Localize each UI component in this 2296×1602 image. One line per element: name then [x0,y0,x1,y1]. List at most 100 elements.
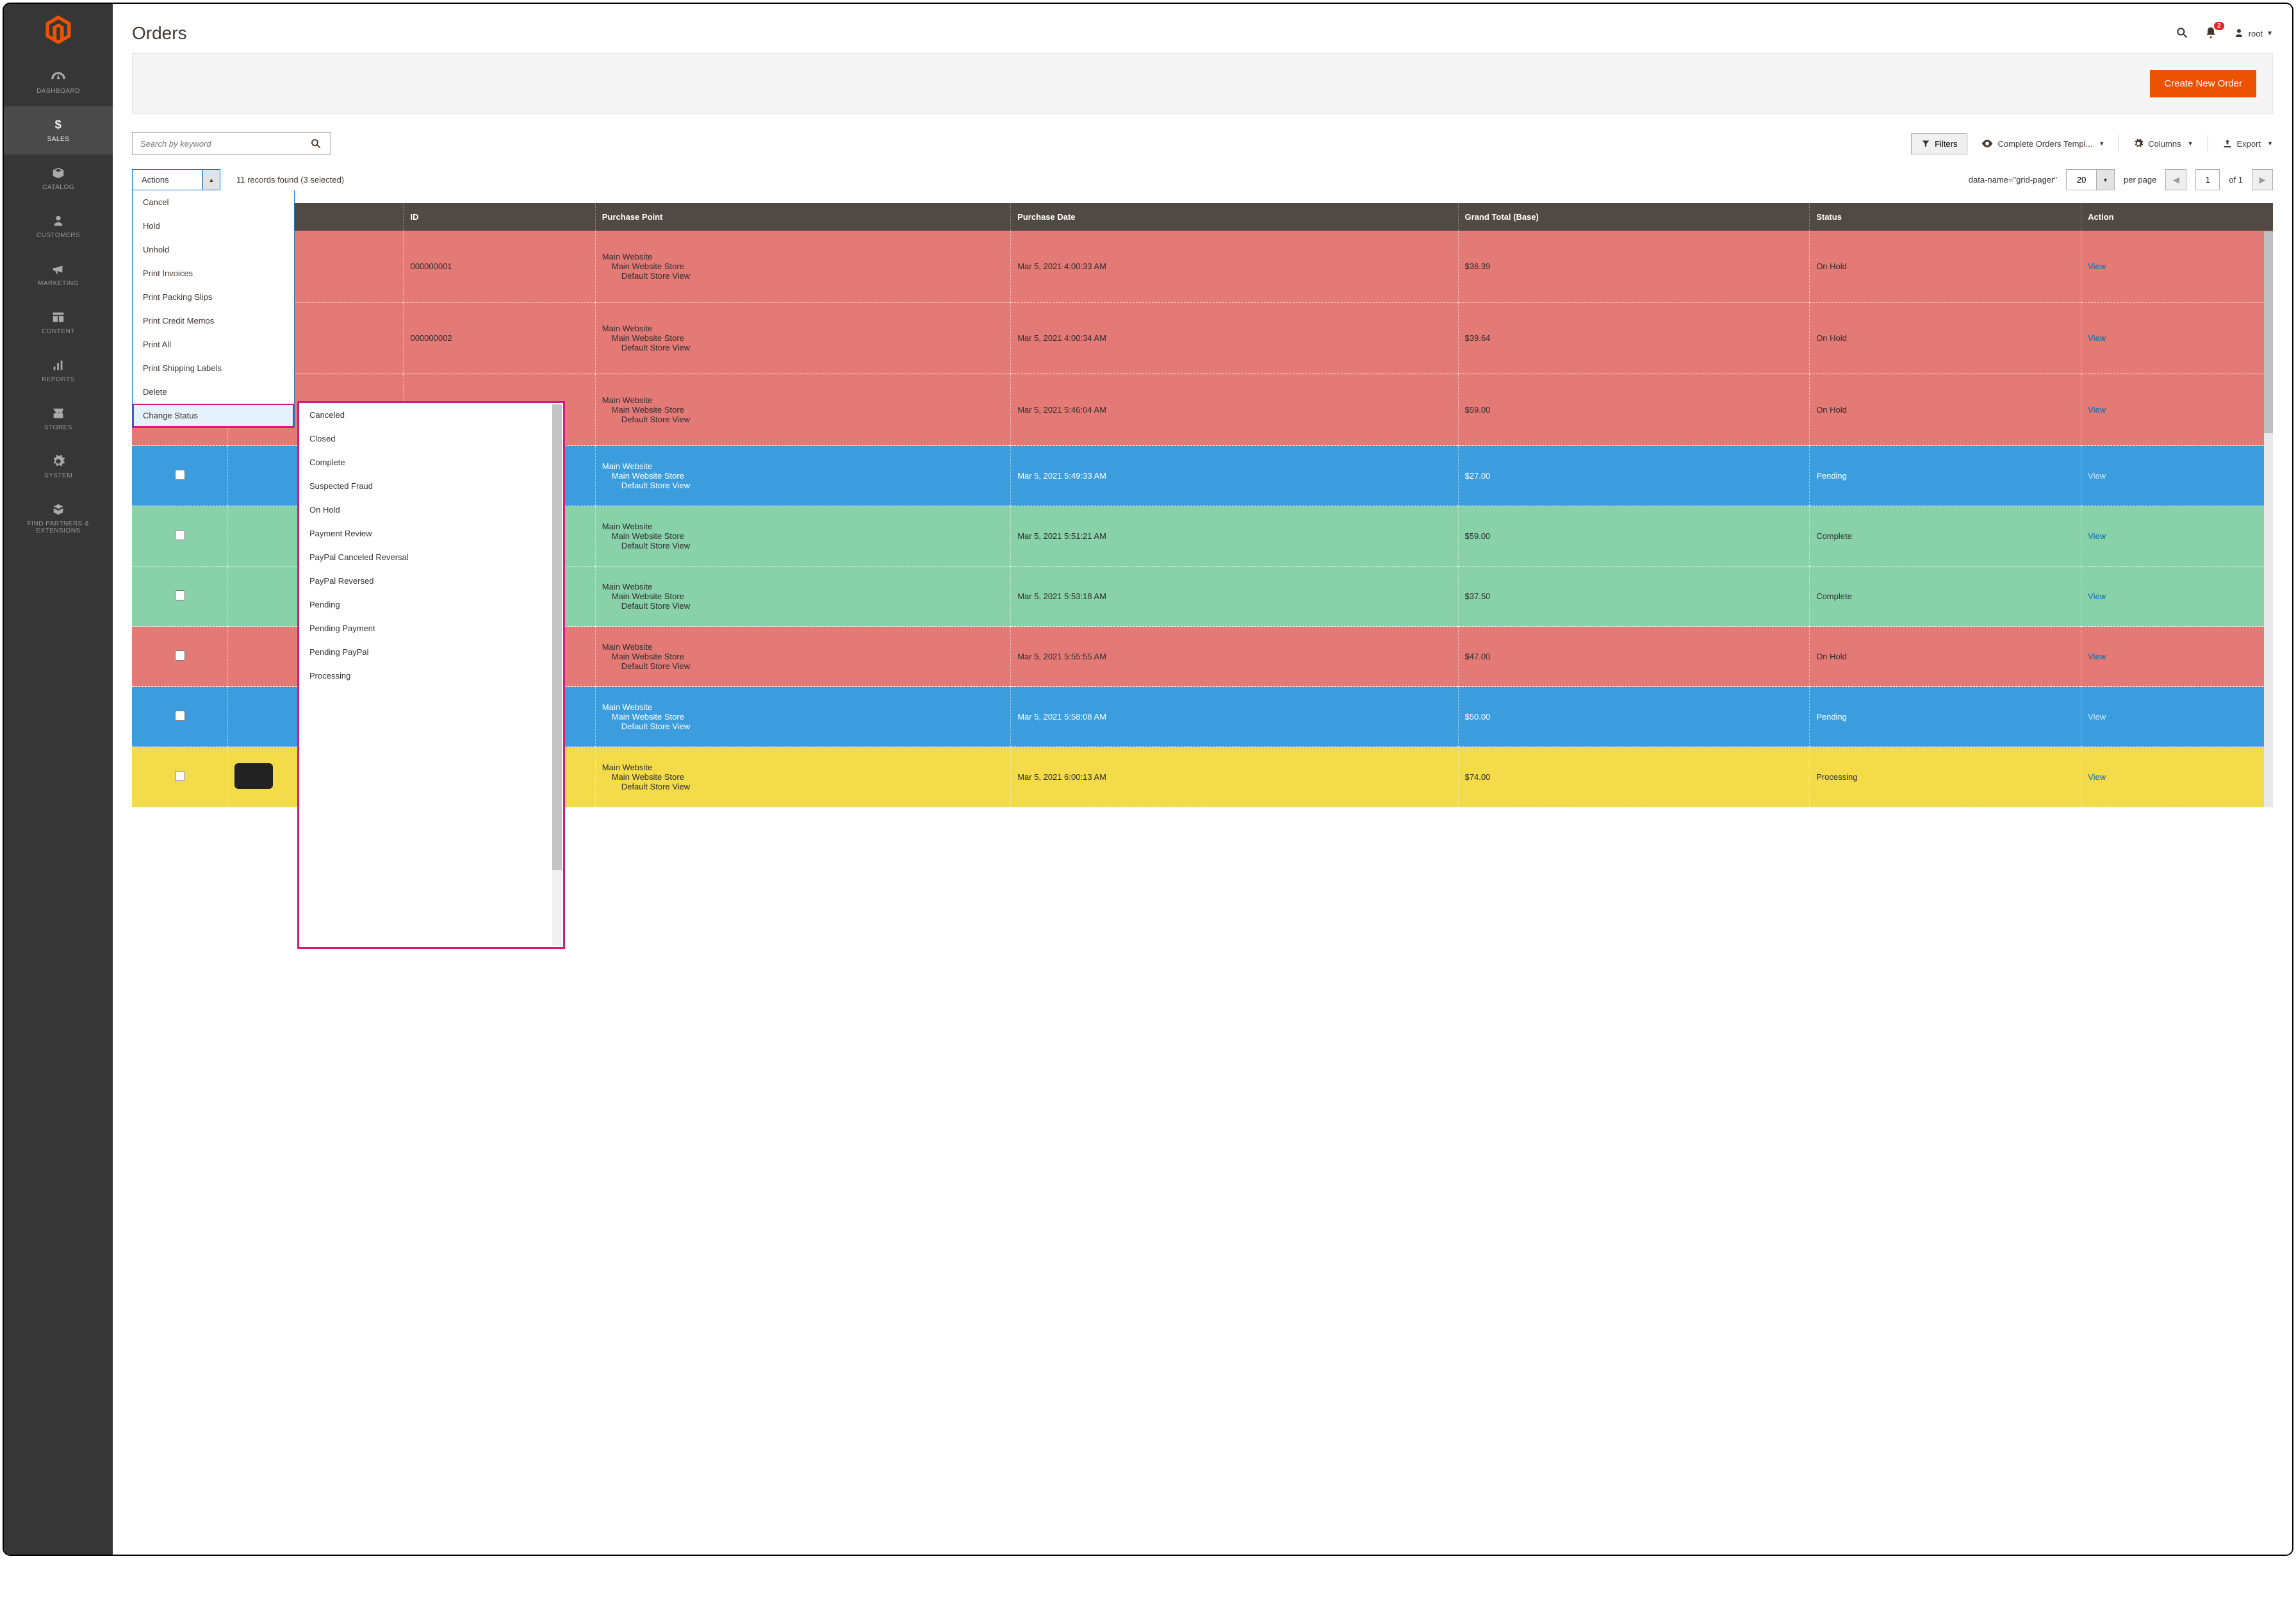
actions-label: Actions [132,169,202,190]
status-option-canceled[interactable]: Canceled [299,403,563,427]
view-link[interactable]: View [2088,712,2106,722]
chevron-down-icon: ▼ [2188,140,2194,147]
action-unhold[interactable]: Unhold [133,238,294,261]
funnel-icon [1921,139,1930,148]
action-print-shipping-labels[interactable]: Print Shipping Labels [133,356,294,380]
col-grand-total[interactable]: Grand Total (Base) [1458,203,1810,231]
global-search-icon[interactable] [2176,26,2188,41]
chevron-down-icon: ▼ [2267,140,2273,147]
dollar-icon: $ [50,118,67,132]
action-print-packing-slips[interactable]: Print Packing Slips [133,285,294,309]
layout-icon [50,310,67,324]
nav-label: CONTENT [9,328,108,335]
table-row[interactable]: 000000002Main WebsiteMain Website StoreD… [132,302,2273,374]
gear-icon [2133,138,2144,149]
action-print-invoices[interactable]: Print Invoices [133,261,294,285]
nav-reports[interactable]: REPORTS [4,347,113,395]
nav-label: SYSTEM [9,472,108,479]
view-link[interactable]: View [2088,471,2106,481]
filters-button[interactable]: Filters [1911,133,1967,154]
perpage-label: per page [2124,175,2156,185]
gauge-icon [50,70,67,84]
row-checkbox[interactable] [175,711,185,721]
col-id[interactable]: ID [404,203,595,231]
row-checkbox[interactable] [175,530,185,540]
col-action[interactable]: Action [2081,203,2273,231]
nav-stores[interactable]: STORES [4,395,113,443]
col-status[interactable]: Status [1810,203,2081,231]
export-label: Export [2237,139,2261,149]
columns-dropdown[interactable]: Columns ▼ [2133,138,2193,149]
magento-logo[interactable] [45,13,71,45]
gear-icon [50,454,67,468]
status-option-processing[interactable]: Processing [299,664,563,688]
status-option-closed[interactable]: Closed [299,427,563,450]
cell-status: Processing [1810,747,2081,807]
action-cancel[interactable]: Cancel [133,190,294,214]
col-purchase-date[interactable]: Purchase Date [1011,203,1458,231]
nav-marketing[interactable]: MARKETING [4,251,113,299]
nav-label: MARKETING [9,280,108,287]
nav-content[interactable]: CONTENT [4,299,113,347]
row-checkbox[interactable] [175,771,185,781]
view-link[interactable]: View [2088,591,2106,601]
view-label: Complete Orders Templ... [1997,139,2092,149]
row-checkbox[interactable] [175,590,185,600]
view-link[interactable]: View [2088,261,2106,271]
cell-date: Mar 5, 2021 5:49:33 AM [1011,446,1458,506]
view-link[interactable]: View [2088,333,2106,343]
nav-sales[interactable]: $ SALES [4,106,113,154]
perpage-select[interactable]: ▼ [2066,169,2115,190]
status-option-pending-paypal[interactable]: Pending PayPal [299,640,563,664]
cell-total: $39.64 [1458,302,1810,374]
table-row[interactable]: 000000001Main WebsiteMain Website StoreD… [132,231,2273,302]
action-change-status[interactable]: Change Status [133,404,294,427]
grid-vertical-scrollbar[interactable] [2264,231,2273,807]
status-option-pending[interactable]: Pending [299,593,563,616]
cell-purchase-point: Main WebsiteMain Website StoreDefault St… [595,566,1010,627]
cell-id: 000000002 [404,302,595,374]
nav-catalog[interactable]: CATALOG [4,154,113,202]
view-link[interactable]: View [2088,405,2106,415]
status-option-payment-review[interactable]: Payment Review [299,522,563,545]
nav-system[interactable]: SYSTEM [4,443,113,491]
page-number-input[interactable] [2195,169,2220,190]
create-order-button[interactable]: Create New Order [2150,70,2256,97]
search-input[interactable] [133,133,302,154]
action-hold[interactable]: Hold [133,214,294,238]
nav-extensions[interactable]: FIND PARTNERS & EXTENSIONS [4,491,113,546]
status-option-pending-payment[interactable]: Pending Payment [299,616,563,640]
col-purchase-point[interactable]: Purchase Point [595,203,1010,231]
status-option-paypal-reversed[interactable]: PayPal Reversed [299,569,563,593]
export-dropdown[interactable]: Export ▼ [2222,138,2274,149]
view-link[interactable]: View [2088,652,2106,661]
action-delete[interactable]: Delete [133,380,294,404]
row-checkbox[interactable] [175,650,185,661]
notifications-button[interactable]: 2 [2204,26,2217,41]
perpage-input[interactable] [2066,169,2097,190]
row-checkbox[interactable] [175,470,185,480]
status-option-on-hold[interactable]: On Hold [299,498,563,522]
chevron-down-icon: ▼ [2267,30,2273,37]
view-link[interactable]: View [2088,772,2106,782]
pager-next-button[interactable]: ▶ [2252,169,2273,190]
status-option-suspected-fraud[interactable]: Suspected Fraud [299,474,563,498]
cell-purchase-point: Main WebsiteMain Website StoreDefault St… [595,374,1010,446]
total-pages-label: of 1 [2229,175,2243,185]
action-print-credit-memos[interactable]: Print Credit Memos [133,309,294,333]
submenu-scrollbar[interactable] [552,404,562,946]
default-view-dropdown[interactable]: Complete Orders Templ... ▼ [1981,139,2104,149]
product-thumbnail [234,763,273,789]
action-print-all[interactable]: Print All [133,333,294,356]
status-option-complete[interactable]: Complete [299,450,563,474]
view-link[interactable]: View [2088,531,2106,541]
mass-actions-dropdown[interactable]: Actions ▲ Cancel Hold Unhold Print Invoi… [132,169,220,190]
nav-customers[interactable]: CUSTOMERS [4,202,113,251]
user-menu[interactable]: root ▼ [2233,28,2273,39]
search-submit-button[interactable] [302,133,330,154]
cell-date: Mar 5, 2021 6:00:13 AM [1011,747,1458,807]
pager-prev-button[interactable]: ◀ [2165,169,2186,190]
store-icon [50,406,67,420]
nav-dashboard[interactable]: DASHBOARD [4,58,113,106]
status-option-paypal-canceled-reversal[interactable]: PayPal Canceled Reversal [299,545,563,569]
